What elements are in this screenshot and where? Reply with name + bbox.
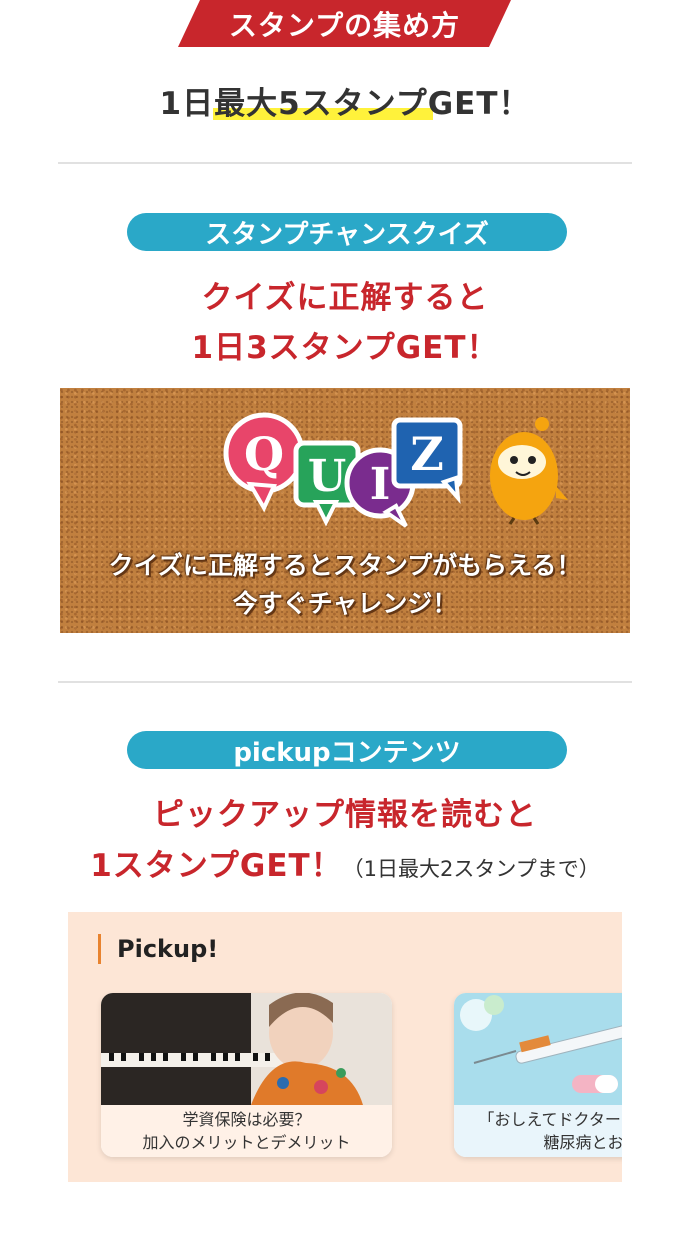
- quiz-pill-label: スタンプチャンスクイズ: [127, 213, 567, 251]
- quiz-banner-text-line2: 今すぐチャレンジ！: [232, 589, 458, 618]
- pickup-stamp-text: 1スタンプGET！: [90, 848, 343, 884]
- card-caption-line1: 「おしえてドクター 知っておきた: [478, 1110, 622, 1129]
- quiz-bubble-z: Z: [391, 417, 463, 505]
- quiz-letter-q: Q: [244, 427, 284, 481]
- card-caption-line2: 加入のメリットとデメリット: [142, 1133, 351, 1152]
- pickup-pill-label: pickupコンテンツ: [127, 731, 567, 769]
- pickup-card[interactable]: 学資保険は必要？ 加入のメリットとデメリット: [101, 993, 392, 1157]
- divider: [58, 681, 632, 683]
- mascot-character: [490, 417, 568, 525]
- section-title-ribbon: スタンプの集め方: [178, 0, 511, 47]
- card-image-child-piano: [101, 993, 392, 1105]
- quiz-description-line2: 1日3スタンプGET！: [191, 330, 499, 366]
- pickup-stamp-note: （1日最大2スタンプまで）: [342, 857, 600, 881]
- divider: [58, 162, 632, 164]
- quiz-description-line1: クイズに正解すると: [201, 280, 489, 316]
- quiz-letter-i: I: [370, 459, 391, 510]
- headline: 1日最大5スタンプGET！: [159, 86, 531, 122]
- quiz-letter-z: Z: [410, 427, 444, 481]
- pickup-panel-title: Pickup!: [98, 934, 218, 964]
- quiz-letter-u: U: [308, 451, 346, 502]
- quiz-banner-text-line1: クイズに正解するとスタンプがもらえる！: [108, 551, 582, 580]
- card-image-syringe-pills: [454, 993, 622, 1105]
- pickup-panel: Pickup! 学資保険は必要？ 加入のメリットとデメリット 「おしえてドクター…: [68, 912, 622, 1182]
- pickup-description-line1: ピックアップ情報を読むと: [153, 797, 537, 833]
- card-caption-line1: 学資保険は必要？: [182, 1110, 311, 1129]
- section-title: スタンプの集め方: [228, 8, 461, 42]
- card-caption-line2: 糖尿病とお薬の: [543, 1133, 622, 1152]
- quiz-banner[interactable]: Q U I Z クイズに正解するとスタンプがもらえる！ 今すぐチャレンジ！: [60, 388, 630, 633]
- pickup-description-line2: 1スタンプGET！（1日最大2スタンプまで）: [0, 840, 690, 885]
- quiz-bubble-q: Q: [223, 412, 305, 513]
- pickup-pill-text: pickupコンテンツ: [233, 737, 461, 768]
- quiz-pill-text: スタンプチャンスクイズ: [205, 219, 489, 250]
- pickup-card[interactable]: 「おしえてドクター 知っておきた 糖尿病とお薬の: [454, 993, 622, 1157]
